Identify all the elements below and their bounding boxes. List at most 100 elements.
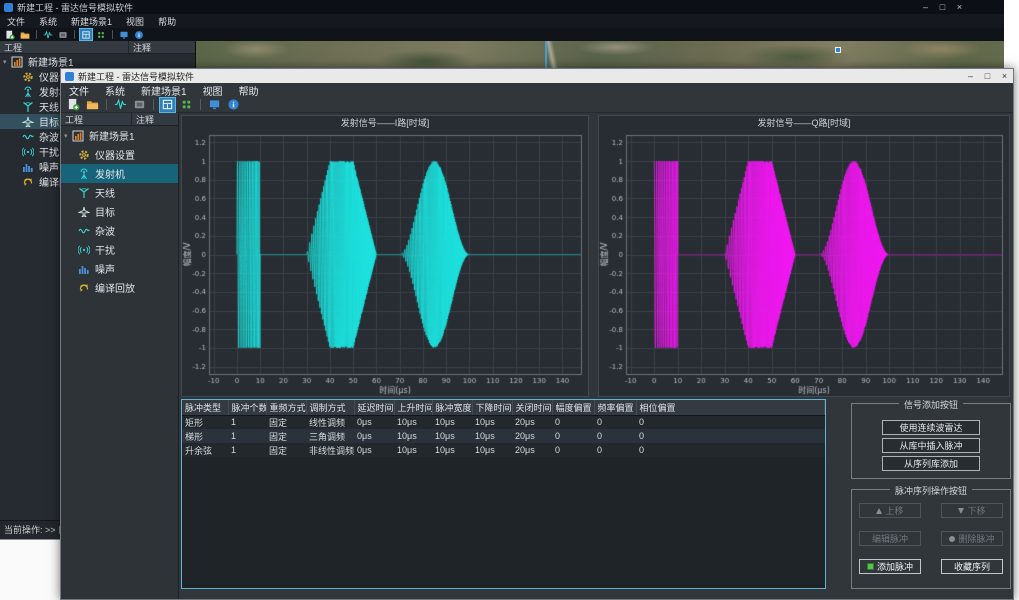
waveform-view-button[interactable] [113, 98, 128, 112]
tree-item-target[interactable]: 目标 [61, 202, 178, 221]
tree-item-interference[interactable]: 干扰 [61, 240, 178, 259]
tree-item-scene[interactable]: ▾新建场景1 [61, 126, 178, 145]
menu-view[interactable]: 视图 [119, 15, 151, 28]
about-button[interactable] [133, 29, 145, 40]
main-window: 新建工程 - 雷达信号模拟软件 – □ × 文件 系统 新建场景1 视图 帮助 [60, 68, 1014, 600]
use-cw-radar-button[interactable]: 使用连续波雷达 [882, 420, 980, 435]
col-pulse-count[interactable]: 脉冲个数 [228, 400, 266, 415]
bg-window-title: 新建工程 - 雷达信号模拟软件 [17, 1, 133, 14]
fg-minimize-button[interactable]: – [962, 71, 979, 81]
menu-help[interactable]: 帮助 [231, 83, 267, 98]
bg-titlebar: 新建工程 - 雷达信号模拟软件 – □ × [0, 0, 1004, 14]
col-prf-mode[interactable]: 重频方式 [266, 400, 306, 415]
add-from-sequence-library-button[interactable]: 从序列库添加 [882, 456, 980, 471]
fg-titlebar[interactable]: 新建工程 - 雷达信号模拟软件 – □ × [61, 69, 1013, 83]
col-delay-time[interactable]: 延迟时间 [354, 400, 394, 415]
menu-file[interactable]: 文件 [0, 15, 32, 28]
save-sequence-button[interactable]: 收藏序列 [941, 559, 1003, 574]
tree-item-transmitter[interactable]: 发射机 [61, 164, 178, 183]
col-amplitude-offset[interactable]: 幅度偏置 [552, 400, 594, 415]
col-phase-offset[interactable]: 相位偏置 [636, 400, 825, 415]
menu-system[interactable]: 系统 [32, 15, 64, 28]
map-point-marker [835, 47, 841, 53]
bg-tree-item-scene[interactable]: ▾新建场景1 [0, 54, 195, 69]
layout-view-button[interactable] [160, 98, 175, 112]
interference-icon [78, 244, 90, 256]
display-button[interactable] [118, 29, 130, 40]
i-channel-waveform-canvas[interactable] [182, 130, 588, 396]
i-channel-chart-title: 发射信号——I路[时域] [182, 116, 588, 130]
col-off-time[interactable]: 关闭时间 [512, 400, 552, 415]
move-up-button[interactable]: 上移 [859, 503, 921, 518]
tree-item-clutter[interactable]: 杂波 [61, 221, 178, 240]
toolbar-separator [106, 99, 107, 110]
menu-scene[interactable]: 新建场景1 [64, 15, 119, 28]
open-project-button[interactable] [19, 29, 31, 40]
tree-item-instrument[interactable]: 仪器设置 [61, 145, 178, 164]
q-channel-waveform-canvas[interactable] [599, 130, 1009, 396]
about-button[interactable] [226, 98, 241, 112]
bg-close-button[interactable]: × [951, 2, 968, 12]
col-fall-time[interactable]: 下降时间 [472, 400, 512, 415]
display-button[interactable] [207, 98, 222, 112]
target-icon [78, 206, 90, 218]
antenna-icon [22, 101, 34, 113]
toolbar-separator [153, 99, 154, 110]
table-cell: 20μs [512, 415, 552, 429]
table-cell: 固定 [266, 429, 306, 443]
tree-item-label: 目标 [95, 204, 115, 219]
table-cell: 0μs [354, 443, 394, 457]
tile-view-button[interactable] [95, 29, 107, 40]
col-rise-time[interactable]: 上升时间 [394, 400, 432, 415]
expand-caret-icon[interactable]: ▾ [3, 58, 11, 66]
bg-maximize-button[interactable]: □ [934, 2, 951, 12]
bg-toolbar [0, 28, 1004, 41]
table-cell: 10μs [394, 443, 432, 457]
tile-view-button[interactable] [179, 98, 194, 112]
bg-minimize-button[interactable]: – [917, 2, 934, 12]
move-down-button[interactable]: 下移 [941, 503, 1003, 518]
layout-view-button[interactable] [80, 29, 92, 40]
col-pulse-width[interactable]: 脉冲宽度 [432, 400, 472, 415]
fg-close-button[interactable]: × [996, 71, 1013, 81]
expand-caret-icon[interactable]: ▾ [64, 132, 72, 140]
pulse-table-body: 矩形1固定线性调频0μs10μs10μs10μs20μs000梯形1固定三角调频… [182, 415, 825, 457]
menu-file[interactable]: 文件 [61, 83, 97, 98]
insert-pulse-from-library-button[interactable]: 从库中插入脉冲 [882, 438, 980, 453]
col-pulse-type[interactable]: 脉冲类型 [182, 400, 228, 415]
col-frequency-offset[interactable]: 频率偏置 [594, 400, 636, 415]
tree-item-playback[interactable]: 编译回放 [61, 278, 178, 297]
waveform-view-button[interactable] [42, 29, 54, 40]
menu-help[interactable]: 帮助 [151, 15, 183, 28]
new-project-button[interactable] [66, 98, 81, 112]
snapshot-button[interactable] [132, 98, 147, 112]
table-cell: 线性调频 [306, 415, 354, 429]
new-project-button[interactable] [4, 29, 16, 40]
add-pulse-button[interactable]: 添加脉冲 [859, 559, 921, 574]
table-row[interactable]: 矩形1固定线性调频0μs10μs10μs10μs20μs000 [182, 415, 825, 429]
project-tree: 工程 注释 ▾新建场景1 仪器设置 发射机 天线 目标 杂波 干扰 噪声 编译回… [61, 113, 179, 599]
table-cell: 0 [594, 429, 636, 443]
fg-maximize-button[interactable]: □ [979, 71, 996, 81]
table-cell: 0 [636, 443, 825, 457]
menu-view[interactable]: 视图 [195, 83, 231, 98]
table-cell: 三角调频 [306, 429, 354, 443]
menu-system[interactable]: 系统 [97, 83, 133, 98]
edit-pulse-button[interactable]: 编辑脉冲 [859, 531, 921, 546]
tree-item-noise[interactable]: 噪声 [61, 259, 178, 278]
tree-item-antenna[interactable]: 天线 [61, 183, 178, 202]
open-project-button[interactable] [85, 98, 100, 112]
table-cell: 非线性调频 [306, 443, 354, 457]
tree-item-label: 仪器设置 [95, 147, 135, 162]
tree-col-note: 注释 [129, 41, 195, 53]
delete-pulse-button[interactable]: 删除脉冲 [941, 531, 1003, 546]
signal-add-group: 信号添加按钮 使用连续波雷达 从库中插入脉冲 从序列库添加 [851, 403, 1011, 479]
snapshot-button[interactable] [57, 29, 69, 40]
menu-scene[interactable]: 新建场景1 [133, 83, 195, 98]
table-row[interactable]: 升余弦1固定非线性调频0μs10μs10μs10μs20μs000 [182, 443, 825, 457]
table-cell: 10μs [394, 429, 432, 443]
down-arrow-icon [958, 508, 964, 514]
table-row[interactable]: 梯形1固定三角调频0μs10μs10μs10μs20μs000 [182, 429, 825, 443]
q-channel-chart-panel: 发射信号——Q路[时域] [598, 115, 1010, 397]
col-modulation[interactable]: 调制方式 [306, 400, 354, 415]
